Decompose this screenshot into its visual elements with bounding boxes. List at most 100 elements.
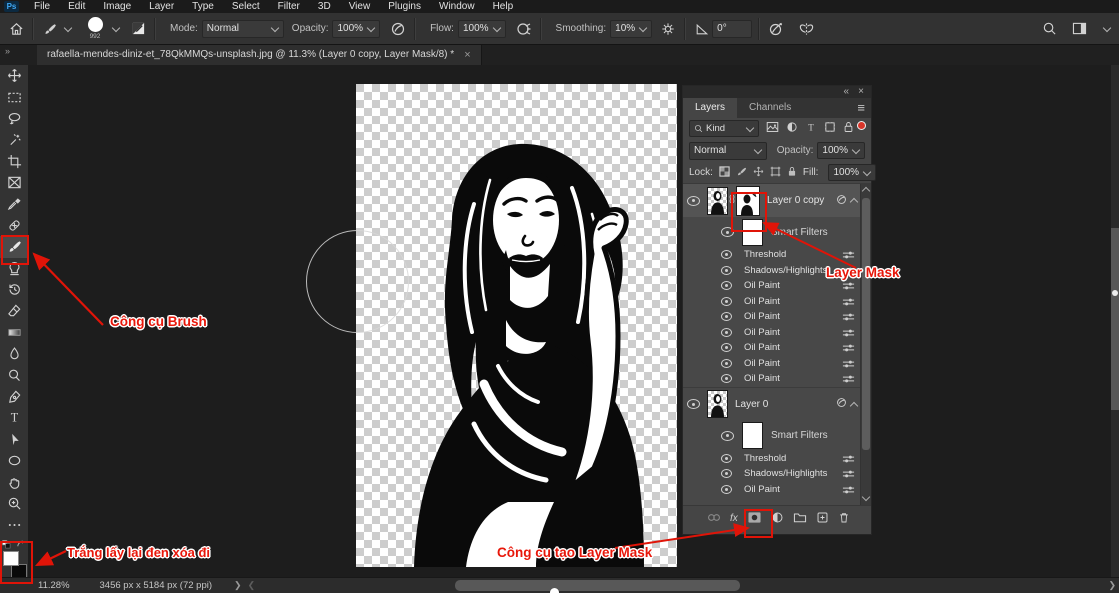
- filter-blending-options-icon[interactable]: [842, 297, 855, 310]
- close-tab-icon[interactable]: ×: [464, 49, 470, 61]
- brush-tool[interactable]: [0, 236, 28, 257]
- smart-filters-thumbnail[interactable]: [742, 219, 763, 246]
- smart-filter-row[interactable]: Threshold: [683, 451, 871, 467]
- smart-filter-name[interactable]: Threshold: [744, 453, 786, 464]
- smart-filter-name[interactable]: Oil Paint: [744, 280, 780, 291]
- layer-thumbnail[interactable]: [707, 390, 728, 418]
- foreground-color-swatch[interactable]: [3, 551, 19, 566]
- lock-artboard-icon[interactable]: [770, 166, 781, 180]
- brush-angle-field[interactable]: 0°: [712, 20, 752, 38]
- filter-blending-options-icon[interactable]: [842, 374, 855, 387]
- collapse-panel-icon[interactable]: «: [843, 86, 849, 97]
- filter-kind-dropdown[interactable]: Kind: [689, 120, 759, 137]
- smart-filter-name[interactable]: Oil Paint: [744, 327, 780, 338]
- layers-scrollbar[interactable]: [860, 184, 871, 505]
- smart-filter-name[interactable]: Shadows/Highlights: [744, 468, 827, 479]
- menu-item[interactable]: View: [340, 0, 380, 13]
- filter-blending-options-icon[interactable]: [842, 485, 855, 498]
- lock-pixels-icon[interactable]: [736, 166, 747, 180]
- chevron-down-icon[interactable]: [64, 23, 72, 31]
- filter-adjustment-layers-icon[interactable]: [786, 121, 798, 136]
- visibility-eye-icon[interactable]: [721, 250, 732, 259]
- foreground-background-swatches[interactable]: [3, 551, 27, 579]
- scroll-left-chevron-icon[interactable]: ❮: [248, 580, 256, 591]
- close-panel-icon[interactable]: ×: [858, 86, 864, 97]
- mode-dropdown[interactable]: Normal: [202, 20, 284, 38]
- lock-all-icon[interactable]: [787, 166, 797, 180]
- scrollbar-thumb[interactable]: [862, 198, 870, 450]
- visibility-eye-icon[interactable]: [721, 227, 734, 237]
- visibility-eye-icon[interactable]: [721, 469, 732, 478]
- mask-link-icon[interactable]: [729, 194, 735, 207]
- filter-blending-options-icon[interactable]: [842, 312, 855, 325]
- layer-name[interactable]: Layer 0: [735, 399, 768, 410]
- smoothing-options-gear-icon[interactable]: [658, 18, 678, 40]
- pen-tool[interactable]: [0, 386, 28, 407]
- filter-blending-options-icon[interactable]: [842, 359, 855, 372]
- chevron-down-icon[interactable]: [1103, 23, 1111, 31]
- menu-item[interactable]: Window: [430, 0, 484, 13]
- smart-filter-badge-icon[interactable]: [836, 194, 847, 208]
- smart-filter-name[interactable]: Oil Paint: [744, 296, 780, 307]
- filter-blending-options-icon[interactable]: [842, 250, 855, 263]
- menu-item[interactable]: Help: [484, 0, 523, 13]
- smart-filter-badge-icon[interactable]: [836, 397, 847, 411]
- layer-name[interactable]: Layer 0 copy: [767, 195, 824, 206]
- type-tool[interactable]: T: [0, 407, 28, 428]
- brush-preset-icon[interactable]: [40, 18, 60, 40]
- visibility-eye-icon[interactable]: [721, 266, 732, 275]
- dodge-tool[interactable]: [0, 364, 28, 385]
- layer-opacity-field[interactable]: 100%: [817, 142, 865, 159]
- scroll-down-icon[interactable]: [862, 493, 870, 501]
- pressure-size-icon[interactable]: [766, 18, 786, 40]
- menu-item[interactable]: Layer: [140, 0, 183, 13]
- status-options-chevron-icon[interactable]: ❯: [234, 580, 242, 591]
- zoom-level-field[interactable]: 11.28%: [38, 580, 70, 591]
- visibility-eye-icon[interactable]: [687, 196, 700, 206]
- pressure-opacity-icon[interactable]: [388, 18, 408, 40]
- layer-mask-thumbnail[interactable]: [736, 186, 760, 216]
- smart-filter-name[interactable]: Oil Paint: [744, 358, 780, 369]
- smart-filter-row[interactable]: Oil Paint: [683, 309, 871, 325]
- visibility-eye-icon[interactable]: [721, 359, 732, 368]
- layer-row-layer-0[interactable]: Layer 0: [683, 387, 871, 421]
- filter-blending-options-icon[interactable]: [842, 328, 855, 341]
- path-selection-tool[interactable]: [0, 429, 28, 450]
- workspace-switcher-icon[interactable]: [1069, 18, 1089, 40]
- smart-filter-row[interactable]: Oil Paint: [683, 371, 871, 387]
- object-selection-tool[interactable]: [0, 129, 28, 150]
- filter-smart-objects-icon[interactable]: [843, 121, 854, 136]
- smart-filter-name[interactable]: Oil Paint: [744, 373, 780, 384]
- collapse-effects-chevron-icon[interactable]: [850, 198, 858, 206]
- layer-thumbnail[interactable]: [707, 187, 728, 215]
- menu-item[interactable]: Edit: [59, 0, 94, 13]
- add-adjustment-layer-icon[interactable]: [771, 511, 784, 527]
- smart-filter-row[interactable]: Shadows/Highlights: [683, 466, 871, 482]
- zoom-tool[interactable]: [0, 493, 28, 514]
- hand-tool[interactable]: [0, 471, 28, 492]
- visibility-eye-icon[interactable]: [721, 281, 732, 290]
- menu-item[interactable]: Select: [223, 0, 269, 13]
- move-tool[interactable]: [0, 65, 28, 86]
- panel-menu-icon[interactable]: ≡: [857, 100, 865, 115]
- filter-blending-options-icon[interactable]: [842, 281, 855, 294]
- blend-mode-dropdown[interactable]: Normal: [689, 142, 767, 160]
- spot-healing-brush-tool[interactable]: [0, 215, 28, 236]
- menu-item[interactable]: Plugins: [379, 0, 430, 13]
- smart-filter-name[interactable]: Shadows/Highlights: [744, 265, 827, 276]
- chevron-down-icon[interactable]: [112, 23, 120, 31]
- new-layer-icon[interactable]: [816, 511, 829, 527]
- brush-size-preview[interactable]: 992: [82, 17, 108, 40]
- layer-fill-field[interactable]: 100%: [828, 164, 876, 181]
- blur-tool[interactable]: [0, 343, 28, 364]
- crop-tool[interactable]: [0, 151, 28, 172]
- visibility-eye-icon[interactable]: [721, 454, 732, 463]
- paint-symmetry-butterfly-icon[interactable]: [796, 18, 816, 40]
- smart-filter-row[interactable]: Oil Paint: [683, 340, 871, 356]
- airbrush-icon[interactable]: [514, 18, 534, 40]
- smart-filter-row[interactable]: Oil Paint: [683, 325, 871, 341]
- eyedropper-tool[interactable]: [0, 193, 28, 214]
- visibility-eye-icon[interactable]: [721, 343, 732, 352]
- edit-toolbar-ellipsis-icon[interactable]: [0, 514, 28, 535]
- smart-filter-row[interactable]: Oil Paint: [683, 278, 871, 294]
